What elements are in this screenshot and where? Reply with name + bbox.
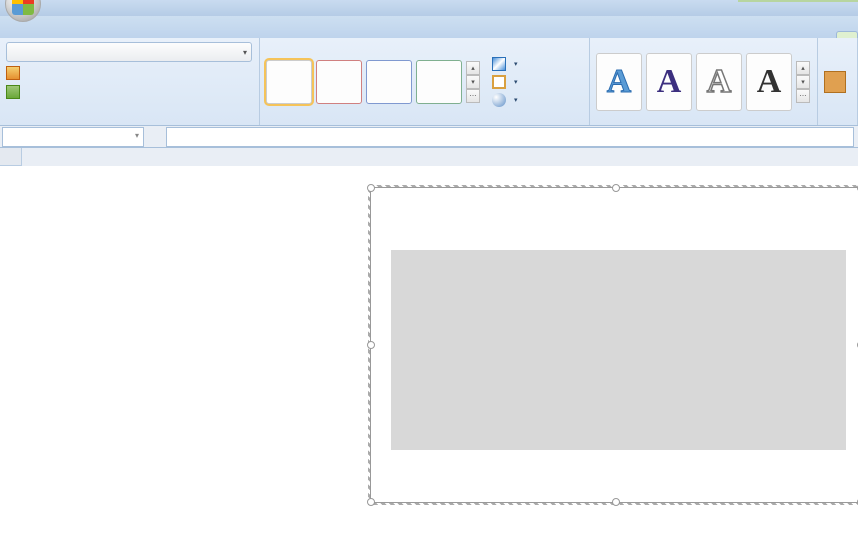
row-headers-col (0, 148, 22, 166)
shape-style-4[interactable] (416, 60, 462, 104)
formula-input[interactable] (166, 127, 854, 147)
tab-view[interactable] (165, 32, 185, 38)
group-label-fragment (6, 122, 253, 124)
shape-style-3[interactable] (366, 60, 412, 104)
wordart-more[interactable]: ⋯ (796, 89, 810, 103)
shape-style-2[interactable] (316, 60, 362, 104)
tab-layout[interactable] (816, 32, 836, 38)
tab-insert[interactable] (65, 32, 85, 38)
ribbon: ▴ ▾ ⋯ ▾ ▾ ▾ A A A A ▴ ▾ ⋯ (0, 38, 858, 126)
arrange-icon[interactable] (824, 71, 846, 93)
group-label-shape-styles (266, 122, 583, 124)
wordart-down[interactable]: ▾ (796, 75, 810, 89)
shape-style-down[interactable]: ▾ (466, 75, 480, 89)
shape-style-more[interactable]: ⋯ (466, 89, 480, 103)
column-headers (22, 148, 858, 166)
group-label-arrange (824, 122, 851, 124)
tab-page-layout[interactable] (85, 32, 105, 38)
wordart-style-2[interactable]: A (646, 53, 692, 111)
tab-formulas[interactable] (105, 32, 125, 38)
group-label-wordart (596, 122, 811, 124)
reset-style-icon (6, 85, 20, 99)
tab-home[interactable] (45, 32, 65, 38)
group-arrange (818, 38, 858, 125)
embedded-chart[interactable] (370, 187, 858, 503)
context-tools-header (738, 0, 858, 2)
handle-nw[interactable] (367, 184, 375, 192)
office-logo-icon (12, 0, 34, 15)
reset-style-button[interactable] (6, 84, 24, 100)
handle-n[interactable] (612, 184, 620, 192)
group-wordart-styles: A A A A ▴ ▾ ⋯ (590, 38, 818, 125)
title-bar (0, 0, 858, 16)
handle-sw[interactable] (367, 498, 375, 506)
wordart-up[interactable]: ▴ (796, 61, 810, 75)
shape-style-up[interactable]: ▴ (466, 61, 480, 75)
name-box[interactable] (2, 127, 144, 147)
wordart-style-4[interactable]: A (746, 53, 792, 111)
chart-plot-area[interactable] (391, 250, 846, 450)
format-selection-icon (6, 66, 20, 80)
tab-review[interactable] (145, 32, 165, 38)
format-selection-button[interactable] (6, 65, 24, 81)
wordart-scroll: ▴ ▾ ⋯ (796, 61, 810, 103)
tab-design[interactable] (796, 32, 816, 38)
shape-outline-button[interactable]: ▾ (490, 74, 520, 90)
shape-fill-button[interactable]: ▾ (490, 56, 520, 72)
shape-style-scroll: ▴ ▾ ⋯ (466, 61, 480, 103)
chart-element-selector[interactable] (6, 42, 252, 62)
bucket-icon (492, 57, 506, 71)
effects-icon (492, 93, 506, 107)
handle-w[interactable] (367, 341, 375, 349)
formula-bar (0, 126, 858, 148)
ribbon-tabs (0, 16, 858, 38)
group-current-selection (0, 38, 260, 125)
group-shape-styles: ▴ ▾ ⋯ ▾ ▾ ▾ (260, 38, 590, 125)
wordart-style-3[interactable]: A (696, 53, 742, 111)
tab-data[interactable] (125, 32, 145, 38)
wordart-style-1[interactable]: A (596, 53, 642, 111)
tab-format[interactable] (836, 31, 858, 38)
pencil-icon (492, 75, 506, 89)
context-tools-label (738, 0, 858, 2)
select-all-corner[interactable] (0, 148, 22, 166)
worksheet (0, 148, 858, 166)
shape-style-1[interactable] (266, 60, 312, 104)
handle-s[interactable] (612, 498, 620, 506)
shape-effects-button[interactable]: ▾ (490, 92, 520, 108)
